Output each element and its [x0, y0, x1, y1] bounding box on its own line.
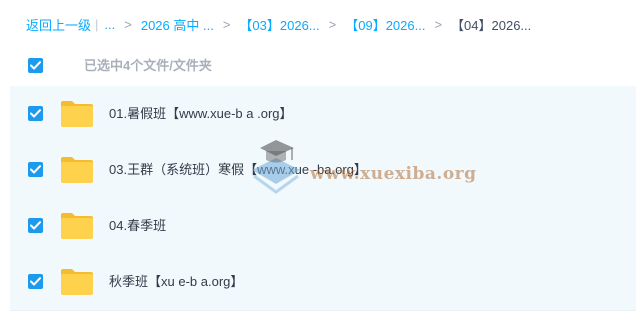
- file-row[interactable]: 秋季班【xu e-b a.org】: [10, 254, 636, 311]
- row-checkbox[interactable]: [28, 218, 43, 233]
- row-checkbox[interactable]: [28, 106, 43, 121]
- breadcrumb-item[interactable]: 【03】2026...: [239, 15, 319, 34]
- back-link[interactable]: 返回上一级: [26, 15, 91, 34]
- file-name[interactable]: 01.暑假班【www.xue-b a .org】: [109, 104, 293, 124]
- breadcrumb-ellipsis[interactable]: ...: [104, 17, 115, 32]
- file-name[interactable]: 04.春季班: [109, 216, 166, 236]
- file-name[interactable]: 03.王群（系统班）寒假【www.xue -ba.org】: [109, 160, 367, 180]
- check-icon: [30, 165, 41, 174]
- select-all-checkbox[interactable]: [28, 58, 43, 73]
- folder-icon: [61, 101, 93, 127]
- folder-icon: [61, 213, 93, 239]
- folder-icon: [61, 269, 93, 295]
- chevron-right-icon: >: [328, 16, 337, 32]
- chevron-right-icon: >: [434, 16, 443, 32]
- file-row[interactable]: 01.暑假班【www.xue-b a .org】: [10, 86, 636, 143]
- chevron-right-icon: >: [124, 16, 132, 32]
- check-icon: [30, 61, 41, 70]
- breadcrumb-item[interactable]: 【09】2026...: [345, 15, 425, 34]
- check-icon: [30, 277, 41, 286]
- file-name[interactable]: 秋季班【xu e-b a.org】: [109, 272, 243, 292]
- selection-count-label: 已选中4个文件/文件夹: [84, 58, 212, 73]
- file-row[interactable]: 04.春季班: [10, 198, 636, 255]
- breadcrumb-divider: |: [95, 16, 99, 32]
- breadcrumb-current: 【04】2026...: [451, 17, 532, 33]
- check-icon: [30, 109, 41, 118]
- row-checkbox[interactable]: [28, 162, 43, 177]
- breadcrumb: 返回上一级 | ... > 2026 高中 ... > 【03】2026... …: [26, 14, 531, 34]
- breadcrumb-item[interactable]: 2026 高中 ...: [141, 15, 214, 34]
- folder-icon: [61, 157, 93, 183]
- row-checkbox[interactable]: [28, 274, 43, 289]
- chevron-right-icon: >: [222, 16, 231, 32]
- file-row[interactable]: 03.王群（系统班）寒假【www.xue -ba.org】: [10, 142, 636, 199]
- check-icon: [30, 221, 41, 230]
